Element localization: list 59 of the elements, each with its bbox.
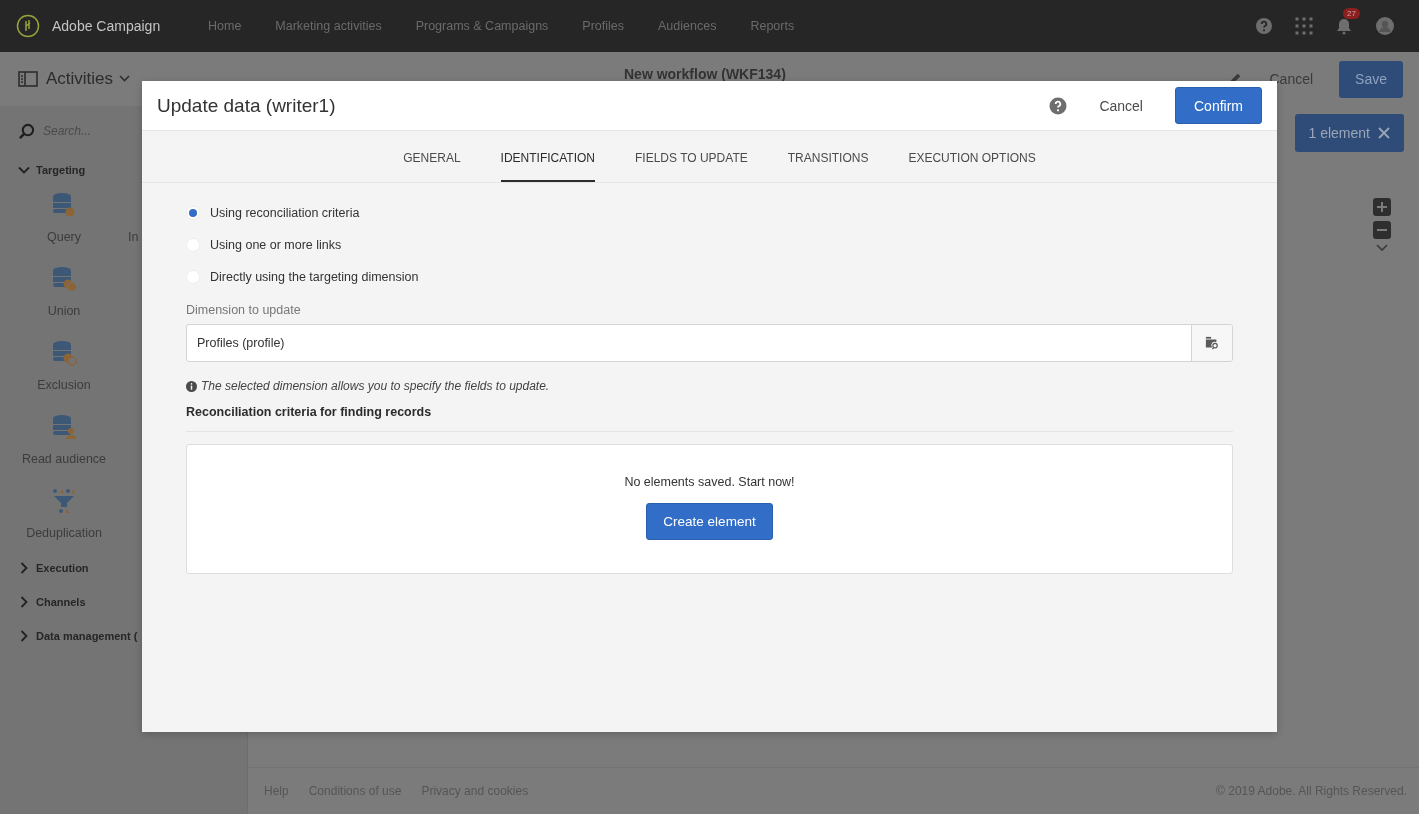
- field-label: Dimension to update: [186, 303, 302, 317]
- nav-link[interactable]: Audiences: [658, 19, 717, 33]
- zoom-out-icon[interactable]: [1373, 221, 1391, 239]
- hint-text: The selected dimension allows you to specify the fields to update.: [201, 379, 550, 393]
- browse-button[interactable]: [1191, 325, 1232, 361]
- nav-link[interactable]: Programs & Campaigns: [415, 19, 549, 33]
- activity-label[interactable]: Union: [47, 304, 81, 318]
- logo-icon: [16, 14, 40, 38]
- chevron-down-icon[interactable]: [1376, 244, 1388, 252]
- radio-button[interactable]: [186, 206, 200, 220]
- help-icon[interactable]: [1255, 17, 1273, 35]
- activity-label[interactable]: Deduplication: [26, 526, 102, 540]
- chevron-right-icon[interactable]: [18, 596, 30, 608]
- zoom-in-icon[interactable]: [1373, 198, 1391, 216]
- chevron-down-icon[interactable]: [119, 75, 131, 83]
- folder-search-icon[interactable]: [1205, 336, 1219, 350]
- activities-dropdown[interactable]: Activities: [46, 69, 131, 89]
- selection-chip[interactable]: 1 element: [1294, 114, 1404, 152]
- save-button[interactable]: Save: [1339, 60, 1403, 98]
- create-element-button[interactable]: Create element: [646, 503, 773, 540]
- category-header[interactable]: Data management (: [18, 630, 138, 642]
- category-header[interactable]: Channels: [18, 596, 86, 608]
- activity-label[interactable]: Read audience: [21, 452, 107, 466]
- category-header[interactable]: Execution: [18, 562, 89, 574]
- nav-link[interactable]: Profiles: [582, 19, 625, 33]
- tab[interactable]: IDENTIFICATION: [500, 131, 596, 182]
- category-header[interactable]: Targeting: [18, 164, 86, 176]
- info-icon: [186, 380, 197, 392]
- user-avatar-icon[interactable]: [1375, 16, 1395, 36]
- activity-label[interactable]: Query: [46, 230, 81, 244]
- notification-count: 27: [1343, 8, 1360, 19]
- confirm-button[interactable]: Confirm: [1175, 87, 1262, 124]
- chevron-right-icon[interactable]: [18, 562, 30, 574]
- empty-message: No elements saved. Start now!: [624, 475, 795, 489]
- workflow-title-dropdown[interactable]: New workflow (WKF134): [624, 66, 786, 82]
- cancel-button[interactable]: Cancel: [1091, 97, 1151, 114]
- search-icon: [18, 122, 35, 140]
- help-icon[interactable]: [1049, 96, 1068, 115]
- radio-label[interactable]: Using reconciliation criteria: [210, 206, 360, 220]
- nav-link[interactable]: Home: [208, 19, 242, 33]
- section-title: Reconciliation criteria for finding records: [186, 405, 1233, 432]
- tab[interactable]: GENERAL: [403, 131, 461, 182]
- tab[interactable]: FIELDS TO UPDATE: [635, 131, 748, 182]
- radio-label[interactable]: Directly using the targeting dimension: [210, 270, 419, 284]
- apps-grid-icon[interactable]: [1295, 17, 1313, 35]
- tab[interactable]: TRANSITIONS: [787, 131, 869, 182]
- close-icon[interactable]: [1378, 127, 1390, 139]
- app-name: Adobe Campaign: [52, 18, 161, 34]
- nav-link[interactable]: Marketing activities: [275, 19, 382, 33]
- dimension-field[interactable]: Profiles (profile): [186, 324, 1233, 362]
- notification-bell-icon[interactable]: [1335, 17, 1353, 35]
- panel-icon[interactable]: [18, 70, 38, 88]
- chevron-right-icon[interactable]: [18, 630, 30, 642]
- nav-link[interactable]: Reports: [750, 19, 795, 33]
- activity-label[interactable]: Exclusion: [37, 378, 91, 392]
- tab[interactable]: EXECUTION OPTIONS: [908, 131, 1036, 182]
- radio-label[interactable]: Using one or more links: [210, 238, 342, 252]
- chevron-down-icon[interactable]: [18, 164, 30, 176]
- dialog-title: Update data (writer1): [157, 94, 336, 117]
